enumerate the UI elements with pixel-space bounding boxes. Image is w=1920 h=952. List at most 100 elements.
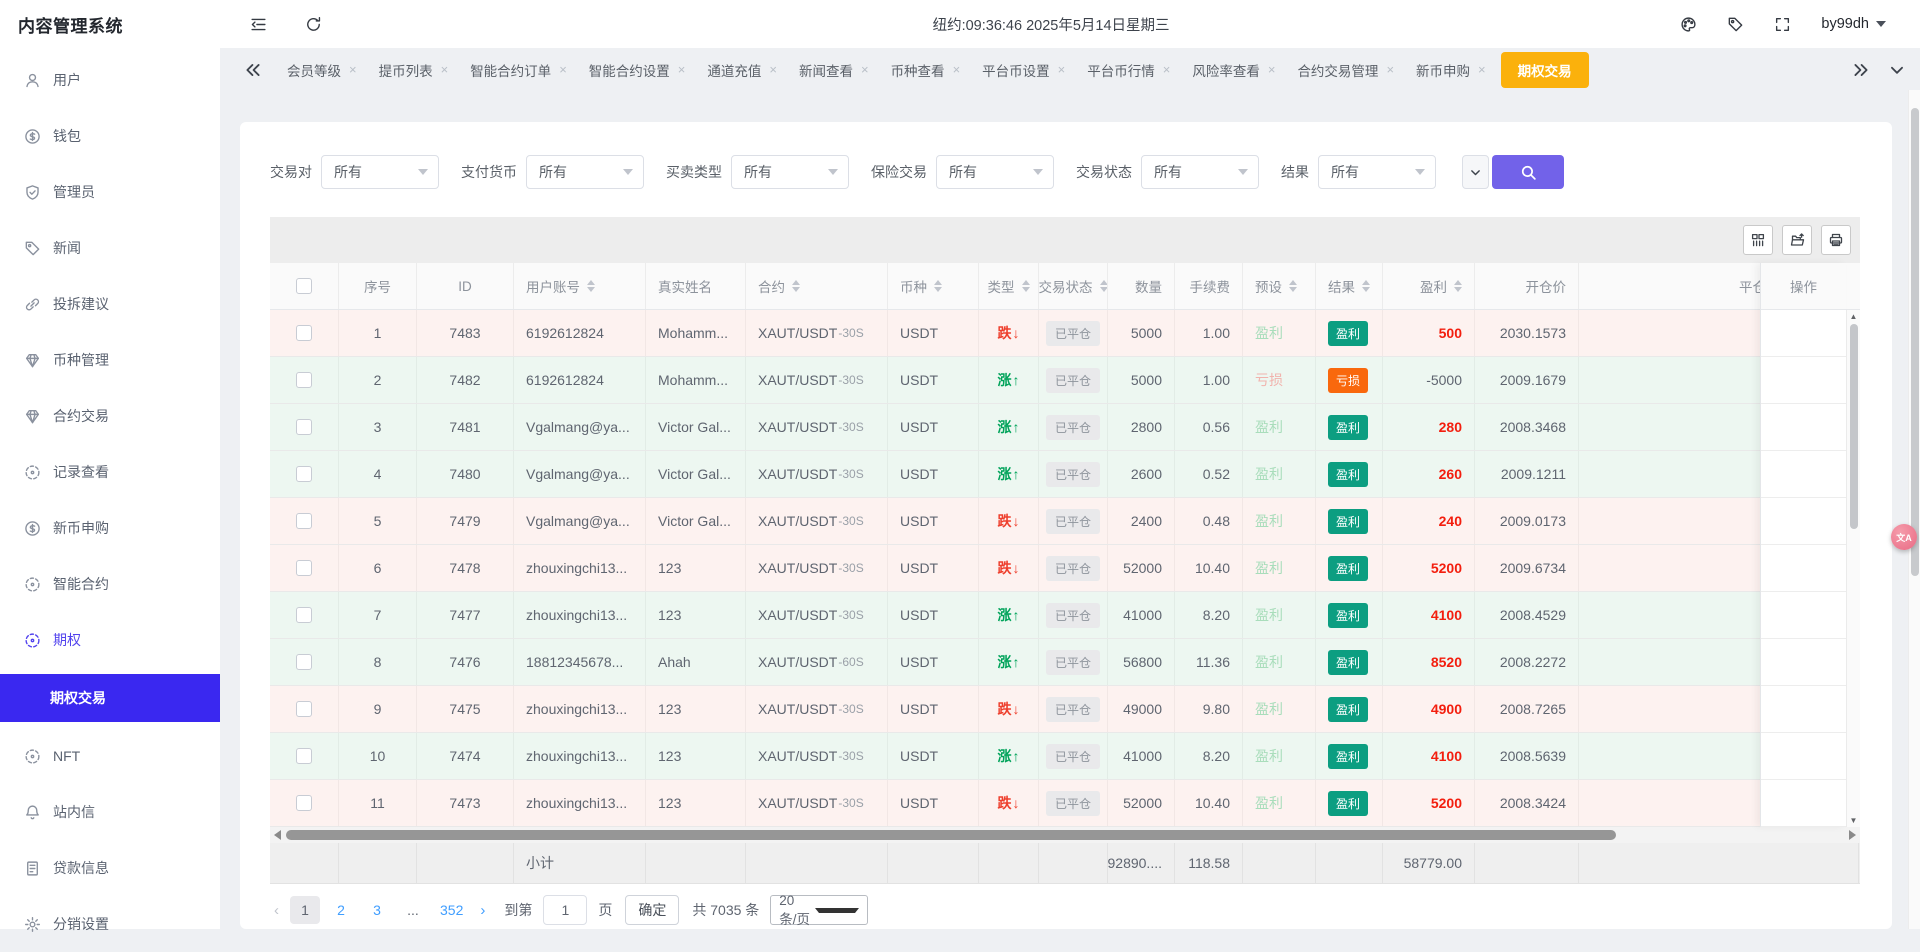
sidebar-item-distribution[interactable]: 分销设置 [0,896,220,952]
row-checkbox[interactable] [296,607,312,623]
insurance-select[interactable]: 所有 [936,155,1054,189]
close-icon[interactable] [559,63,567,76]
scroll-right-icon[interactable] [1849,830,1856,840]
row-checkbox[interactable] [296,513,312,529]
sidebar-item-nft[interactable]: NFT [0,728,220,784]
scroll-up-icon[interactable]: ▲ [1847,312,1860,321]
row-checkbox[interactable] [296,654,312,670]
close-icon[interactable] [953,63,961,76]
scroll-down-icon[interactable]: ▼ [1847,816,1860,825]
sidebar-item-wallet[interactable]: 钱包 [0,108,220,164]
tab-item[interactable]: 新闻查看 [788,54,880,86]
sidebar-item-smart-contract[interactable]: 智能合约 [0,556,220,612]
sort-icon[interactable] [1362,280,1370,292]
column-header-status[interactable]: 交易状态 [1039,263,1108,309]
confirm-button[interactable]: 确定 [625,895,679,925]
column-header-profit[interactable]: 盈利 [1383,263,1475,309]
horizontal-scroll-thumb[interactable] [286,830,1616,840]
close-icon[interactable] [769,63,777,76]
sidebar-item-suggestions[interactable]: 投拆建议 [0,276,220,332]
table-horizontal-scrollbar[interactable] [270,827,1860,843]
columns-setting-button[interactable] [1743,225,1773,255]
sidebar-item-new-coin[interactable]: 新币申购 [0,500,220,556]
pay-currency-select[interactable]: 所有 [526,155,644,189]
close-icon[interactable] [1058,63,1066,76]
page-scroll-thumb[interactable] [1911,108,1919,576]
print-button[interactable] [1821,225,1851,255]
trade-type-select[interactable]: 所有 [731,155,849,189]
sort-icon[interactable] [1454,280,1462,292]
trading-pair-select[interactable]: 所有 [321,155,439,189]
close-icon[interactable] [1386,63,1394,76]
sidebar-item-coin-manage[interactable]: 币种管理 [0,332,220,388]
sort-icon[interactable] [587,280,595,292]
row-checkbox[interactable] [296,325,312,341]
tab-item[interactable]: 通道充值 [696,54,788,86]
fullscreen-icon[interactable] [1774,16,1791,33]
sidebar-item-records[interactable]: 记录查看 [0,444,220,500]
page-button[interactable]: 352 [434,896,469,924]
tab-item[interactable]: 智能合约设置 [578,54,697,86]
tabs-scroll-left-icon[interactable] [244,61,262,79]
sort-icon[interactable] [792,280,800,292]
sidebar-item-news[interactable]: 新闻 [0,220,220,276]
tabs-menu-icon[interactable] [1888,61,1906,79]
sidebar-subitem-options-trade[interactable]: 期权交易 [0,674,220,722]
floating-translate-button[interactable]: 文A [1891,524,1917,550]
sort-icon[interactable] [934,280,942,292]
column-header-account[interactable]: 用户账号 [514,263,646,309]
result-select[interactable]: 所有 [1318,155,1436,189]
page-button[interactable]: 3 [362,896,392,924]
close-icon[interactable] [1163,63,1171,76]
sort-icon[interactable] [1022,280,1030,292]
tabs-scroll-right-icon[interactable] [1852,61,1870,79]
collapse-filters-button[interactable] [1462,155,1489,189]
vertical-scroll-thumb[interactable] [1850,324,1858,529]
column-header-coin[interactable]: 币种 [888,263,979,309]
row-checkbox[interactable] [296,795,312,811]
scroll-left-icon[interactable] [274,830,281,840]
close-icon[interactable] [861,63,869,76]
collapse-sidebar-icon[interactable] [250,16,267,33]
select-all-checkbox[interactable] [296,278,312,294]
sort-icon[interactable] [1100,280,1108,292]
theme-palette-icon[interactable] [1680,16,1697,33]
trade-status-select[interactable]: 所有 [1141,155,1259,189]
close-icon[interactable] [1268,63,1276,76]
tab-active[interactable]: 期权交易 [1501,52,1589,88]
column-header-preset[interactable]: 预设 [1243,263,1316,309]
prev-page-icon[interactable]: ‹ [270,902,283,919]
row-checkbox[interactable] [296,419,312,435]
sidebar-item-contract-trade[interactable]: 合约交易 [0,388,220,444]
search-button[interactable] [1492,155,1564,189]
close-icon[interactable] [349,63,357,76]
close-icon[interactable] [441,63,449,76]
tab-item[interactable]: 会员等级 [276,54,368,86]
column-header-type[interactable]: 类型 [979,263,1039,309]
tab-item[interactable]: 风险率查看 [1181,54,1286,86]
tab-item[interactable]: 平台币设置 [971,54,1076,86]
page-scrollbar[interactable] [1908,90,1920,929]
row-checkbox[interactable] [296,372,312,388]
goto-page-input[interactable] [543,895,587,925]
sidebar-item-users[interactable]: 用户 [0,52,220,108]
sidebar-item-loan-info[interactable]: 贷款信息 [0,840,220,896]
tab-item[interactable]: 智能合约订单 [459,54,578,86]
close-icon[interactable] [678,63,686,76]
refresh-icon[interactable] [305,16,322,33]
row-checkbox[interactable] [296,701,312,717]
table-vertical-scrollbar[interactable]: ▲ ▼ [1846,310,1860,827]
tab-item[interactable]: 平台币行情 [1076,54,1181,86]
close-icon[interactable] [1478,63,1486,76]
column-header-contract[interactable]: 合约 [746,263,888,309]
tab-item[interactable]: 合约交易管理 [1286,54,1405,86]
row-checkbox[interactable] [296,560,312,576]
sort-icon[interactable] [1289,280,1297,292]
page-button[interactable]: 2 [326,896,356,924]
tab-item[interactable]: 新币申购 [1405,54,1497,86]
tag-icon[interactable] [1727,16,1744,33]
next-page-icon[interactable]: › [476,902,489,919]
user-menu[interactable]: by99dh [1821,16,1886,32]
tab-item[interactable]: 提币列表 [368,54,460,86]
column-header-result[interactable]: 结果 [1316,263,1383,309]
